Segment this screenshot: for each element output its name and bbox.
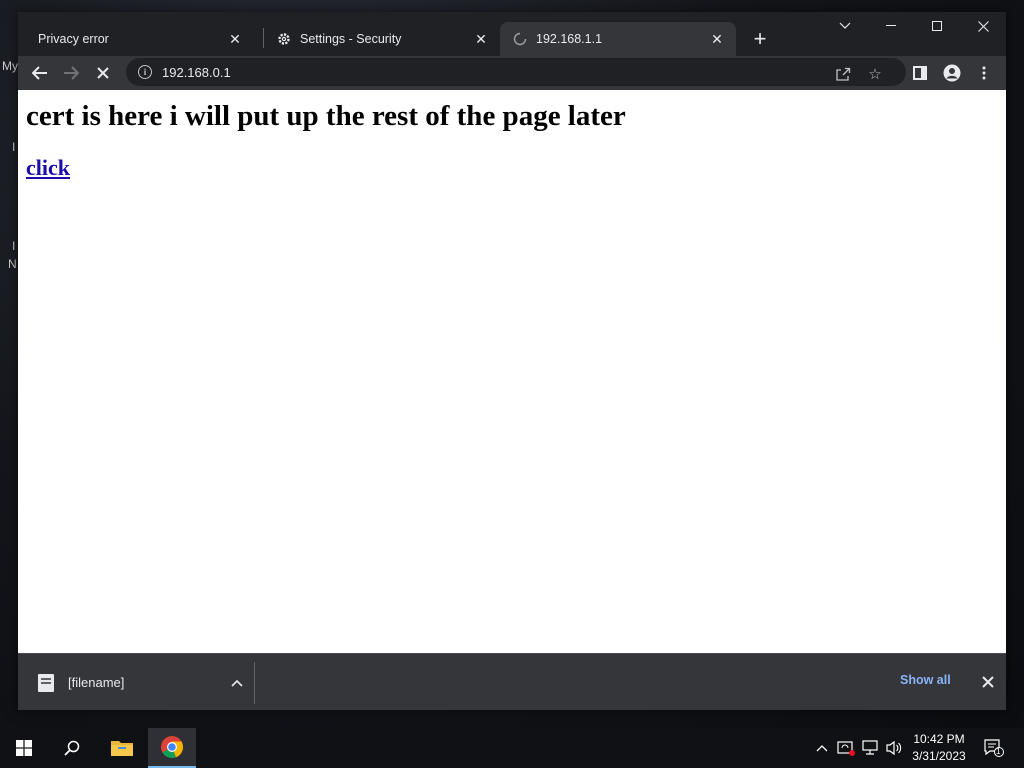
minimize-button[interactable]: [868, 12, 914, 40]
url-text[interactable]: 192.168.0.1: [162, 65, 231, 80]
divider: [254, 662, 255, 704]
tab-close-icon[interactable]: ✕: [472, 30, 490, 48]
menu-kebab-icon[interactable]: [970, 59, 998, 87]
download-file-name[interactable]: [filename]: [68, 675, 226, 690]
notification-count: 1: [996, 747, 1001, 756]
tab-search-chevron-icon[interactable]: [822, 12, 868, 40]
tab-192-168-1-1[interactable]: 192.168.1.1 ✕: [500, 22, 736, 56]
toolbar: i 192.168.0.1 ☆: [18, 56, 1006, 90]
chevron-up-icon[interactable]: [226, 672, 248, 694]
volume-icon[interactable]: [884, 738, 904, 758]
security-warning-icon[interactable]: [836, 738, 856, 758]
notification-center-icon[interactable]: 1: [982, 738, 1006, 758]
stop-loading-button[interactable]: [89, 59, 117, 87]
tab-strip: Privacy error ✕ Settings - Security ✕ 19…: [18, 12, 1006, 56]
address-bar[interactable]: i 192.168.0.1 ☆: [126, 58, 906, 86]
tab-title: 192.168.1.1: [536, 32, 603, 46]
loading-spinner-icon: [512, 31, 528, 47]
file-explorer-icon[interactable]: [98, 728, 146, 768]
page-heading: cert is here i will put up the rest of t…: [26, 100, 626, 132]
desktop-icon-label: N: [8, 257, 17, 271]
clock-time: 10:42 PM: [913, 732, 965, 746]
forward-button[interactable]: [57, 59, 85, 87]
back-button[interactable]: [26, 59, 54, 87]
new-tab-button[interactable]: +: [746, 25, 774, 53]
gear-icon: [276, 31, 292, 47]
chevron-up-icon[interactable]: [812, 738, 832, 758]
browser-window: Privacy error ✕ Settings - Security ✕ 19…: [18, 12, 1006, 710]
desktop-icon-label: I: [12, 140, 16, 154]
maximize-button[interactable]: [914, 12, 960, 40]
network-icon[interactable]: [860, 738, 880, 758]
tab-title: Privacy error: [38, 32, 109, 46]
tab-close-icon[interactable]: ✕: [226, 30, 244, 48]
search-icon[interactable]: [48, 728, 96, 768]
desktop-icon-label: My: [2, 59, 18, 73]
close-window-button[interactable]: [960, 12, 1006, 40]
side-panel-icon[interactable]: [906, 59, 934, 87]
taskbar: 10:42 PM 3/31/2023 1: [0, 728, 1024, 768]
bookmark-star-icon[interactable]: ☆: [864, 63, 886, 85]
web-page-content: cert is here i will put up the rest of t…: [18, 90, 1006, 653]
show-all-button[interactable]: Show all: [900, 673, 951, 687]
share-icon[interactable]: [832, 63, 854, 85]
download-bar: [filename] Show all: [18, 653, 1006, 710]
tab-settings-security[interactable]: Settings - Security ✕: [264, 22, 500, 56]
tab-close-icon[interactable]: ✕: [708, 30, 726, 48]
certificate-file-icon: [38, 673, 54, 692]
click-link[interactable]: click: [26, 155, 70, 181]
start-button[interactable]: [0, 728, 48, 768]
tab-privacy-error[interactable]: Privacy error ✕: [18, 22, 254, 56]
chrome-taskbar-icon[interactable]: [148, 728, 196, 768]
tab-title: Settings - Security: [300, 32, 402, 46]
desktop-icon-label: I: [12, 239, 16, 253]
clock-date: 3/31/2023: [912, 749, 966, 763]
site-info-icon[interactable]: i: [138, 65, 152, 79]
close-download-bar-button[interactable]: [976, 670, 1000, 694]
download-item[interactable]: [filename]: [18, 654, 254, 710]
system-clock[interactable]: 10:42 PM 3/31/2023: [906, 731, 972, 765]
profile-avatar-icon[interactable]: [938, 59, 966, 87]
